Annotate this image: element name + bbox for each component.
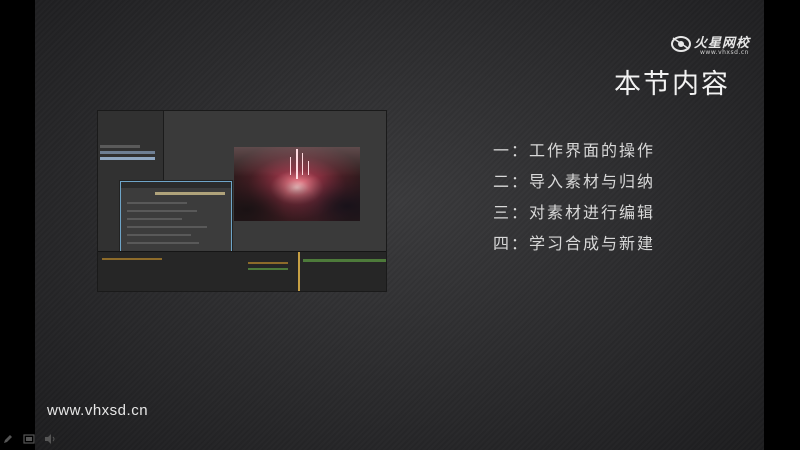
contents-item: 一：工作界面的操作 bbox=[493, 141, 656, 160]
software-screenshot bbox=[97, 110, 387, 292]
player-toolbar bbox=[2, 430, 60, 444]
contents-item: 四：学习合成与新建 bbox=[493, 234, 656, 253]
timeline-playhead bbox=[298, 252, 300, 291]
contents-list: 一：工作界面的操作 二：导入素材与归纳 三：对素材进行编辑 四：学习合成与新建 bbox=[493, 140, 655, 264]
slide-title: 本节内容 bbox=[614, 69, 730, 100]
contents-item: 三：对素材进行编辑 bbox=[493, 203, 656, 222]
contents-item: 二：导入素材与归纳 bbox=[493, 172, 656, 191]
brand-url: www.vhxsd.cn bbox=[700, 49, 749, 56]
pencil-icon[interactable] bbox=[2, 433, 14, 445]
speaker-icon[interactable] bbox=[44, 433, 56, 445]
timeline-work-area bbox=[303, 259, 386, 262]
brand-mark-icon bbox=[671, 36, 691, 52]
slides-icon[interactable] bbox=[23, 433, 35, 445]
composition-viewer bbox=[234, 147, 360, 221]
brand-logo: 火星网校 www.vhxsd.cn bbox=[670, 30, 760, 60]
site-url: www.vhxsd.cn bbox=[47, 402, 149, 419]
slide: 火星网校 www.vhxsd.cn 本节内容 一：工作界面的操作 二：导入素材与… bbox=[35, 0, 764, 450]
timeline-panel bbox=[98, 251, 386, 291]
